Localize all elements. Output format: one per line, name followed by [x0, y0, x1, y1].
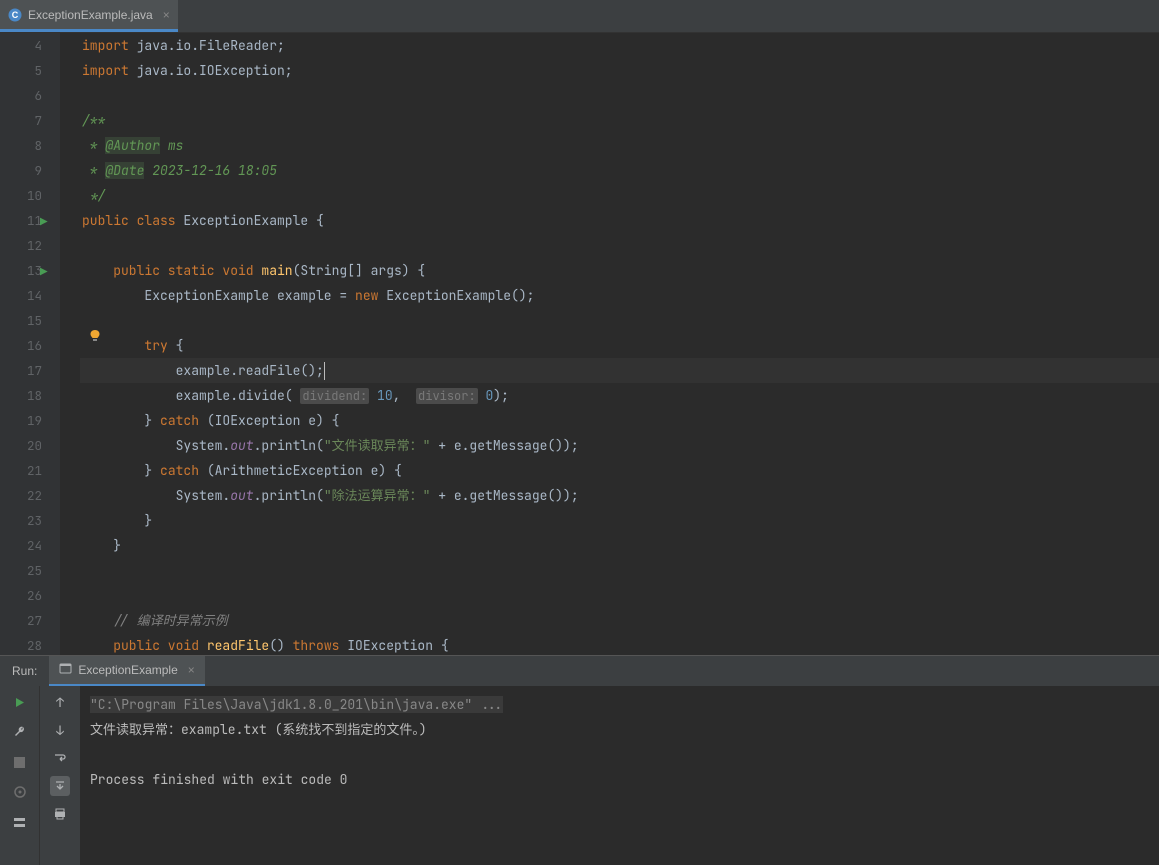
line-number: 15 — [0, 308, 42, 333]
run-label: Run: — [0, 664, 49, 678]
run-toolbar-secondary: ↑ ↓ — [40, 686, 80, 865]
editor-tab[interactable]: C ExceptionExample.java × — [0, 0, 178, 32]
code-line[interactable]: System.out.println("文件读取异常：" + e.getMess… — [80, 433, 1159, 458]
line-number: 11 — [0, 208, 42, 233]
wrench-icon[interactable] — [10, 722, 30, 742]
down-arrow-icon[interactable]: ↓ — [50, 720, 70, 740]
line-number: 16 — [0, 333, 42, 358]
code-line[interactable] — [80, 83, 1159, 108]
line-number: 20 — [0, 433, 42, 458]
line-number: 10 — [0, 183, 42, 208]
code-line[interactable]: public void readFile() throws IOExceptio… — [80, 633, 1159, 655]
dump-threads-icon[interactable] — [10, 782, 30, 802]
code-line[interactable]: } — [80, 533, 1159, 558]
code-line[interactable]: // 编译时异常示例 — [80, 608, 1159, 633]
line-number-gutter: 45678910▶1112▶13141516171819202122232425… — [0, 33, 60, 655]
code-line[interactable]: example.divide( dividend: 10, divisor: 0… — [80, 383, 1159, 408]
run-gutter-icon[interactable]: ▶ — [40, 259, 48, 284]
layout-icon[interactable] — [10, 812, 30, 832]
editor-tab-bar: C ExceptionExample.java × — [0, 0, 1159, 33]
code-line[interactable]: } catch (IOException e) { — [80, 408, 1159, 433]
code-line[interactable]: example.readFile(); — [80, 358, 1159, 383]
run-header: Run: ExceptionExample × — [0, 656, 1159, 686]
line-number: 14 — [0, 283, 42, 308]
line-number: 21 — [0, 458, 42, 483]
console-line: "C:\Program Files\Java\jdk1.8.0_201\bin\… — [90, 692, 1149, 717]
run-config-tab[interactable]: ExceptionExample × — [49, 656, 204, 686]
code-line[interactable]: */ — [80, 183, 1159, 208]
close-icon[interactable]: × — [188, 663, 195, 677]
print-icon[interactable] — [50, 804, 70, 824]
console-output[interactable]: "C:\Program Files\Java\jdk1.8.0_201\bin\… — [80, 686, 1159, 865]
line-number: 26 — [0, 583, 42, 608]
line-number: 23 — [0, 508, 42, 533]
code-line[interactable] — [80, 558, 1159, 583]
line-number: 27 — [0, 608, 42, 633]
line-number: 17 — [0, 358, 42, 383]
line-number: 22 — [0, 483, 42, 508]
close-icon[interactable]: × — [163, 8, 170, 22]
run-tool-window: Run: ExceptionExample × ↑ ↓ "C:\Program … — [0, 655, 1159, 865]
code-line[interactable]: import java.io.IOException; — [80, 58, 1159, 83]
code-line[interactable]: /** — [80, 108, 1159, 133]
code-editor[interactable]: 45678910▶1112▶13141516171819202122232425… — [0, 33, 1159, 655]
line-number: 19 — [0, 408, 42, 433]
run-config-icon — [59, 662, 72, 678]
run-gutter-icon[interactable]: ▶ — [40, 209, 48, 234]
code-line[interactable] — [80, 308, 1159, 333]
code-line[interactable]: public static void main(String[] args) { — [80, 258, 1159, 283]
rerun-button[interactable] — [10, 692, 30, 712]
line-number: 6 — [0, 83, 42, 108]
line-number: 12 — [0, 233, 42, 258]
code-line[interactable]: } — [80, 508, 1159, 533]
code-line[interactable]: System.out.println("除法运算异常：" + e.getMess… — [80, 483, 1159, 508]
code-line[interactable]: ExceptionExample example = new Exception… — [80, 283, 1159, 308]
scroll-to-end-icon[interactable] — [50, 776, 70, 796]
console-line — [90, 742, 1149, 767]
soft-wrap-icon[interactable] — [50, 748, 70, 768]
run-config-name: ExceptionExample — [78, 663, 177, 677]
code-line[interactable] — [80, 583, 1159, 608]
up-arrow-icon[interactable]: ↑ — [50, 692, 70, 712]
code-area[interactable]: import java.io.FileReader;import java.io… — [80, 33, 1159, 655]
line-number: 7 — [0, 108, 42, 133]
tab-filename: ExceptionExample.java — [28, 8, 153, 22]
code-line[interactable]: * @Date 2023-12-16 18:05 — [80, 158, 1159, 183]
line-number: 24 — [0, 533, 42, 558]
svg-text:C: C — [12, 10, 19, 20]
console-line: 文件读取异常：example.txt (系统找不到指定的文件。) — [90, 717, 1149, 742]
intention-bulb-icon[interactable] — [88, 329, 102, 343]
line-number: 5 — [0, 58, 42, 83]
line-number: 18 — [0, 383, 42, 408]
run-toolbar-primary — [0, 686, 40, 865]
code-line[interactable]: * @Author ms — [80, 133, 1159, 158]
line-number: 25 — [0, 558, 42, 583]
fold-column — [60, 33, 80, 655]
line-number: 9 — [0, 158, 42, 183]
line-number: 28 — [0, 633, 42, 655]
code-line[interactable] — [80, 233, 1159, 258]
java-class-icon: C — [8, 8, 22, 22]
code-line[interactable]: try { — [80, 333, 1159, 358]
stop-button[interactable] — [10, 752, 30, 772]
code-line[interactable]: } catch (ArithmeticException e) { — [80, 458, 1159, 483]
line-number: 4 — [0, 33, 42, 58]
code-line[interactable]: public class ExceptionExample { — [80, 208, 1159, 233]
code-line[interactable]: import java.io.FileReader; — [80, 33, 1159, 58]
line-number: 13 — [0, 258, 42, 283]
console-line: Process finished with exit code 0 — [90, 767, 1149, 792]
line-number: 8 — [0, 133, 42, 158]
